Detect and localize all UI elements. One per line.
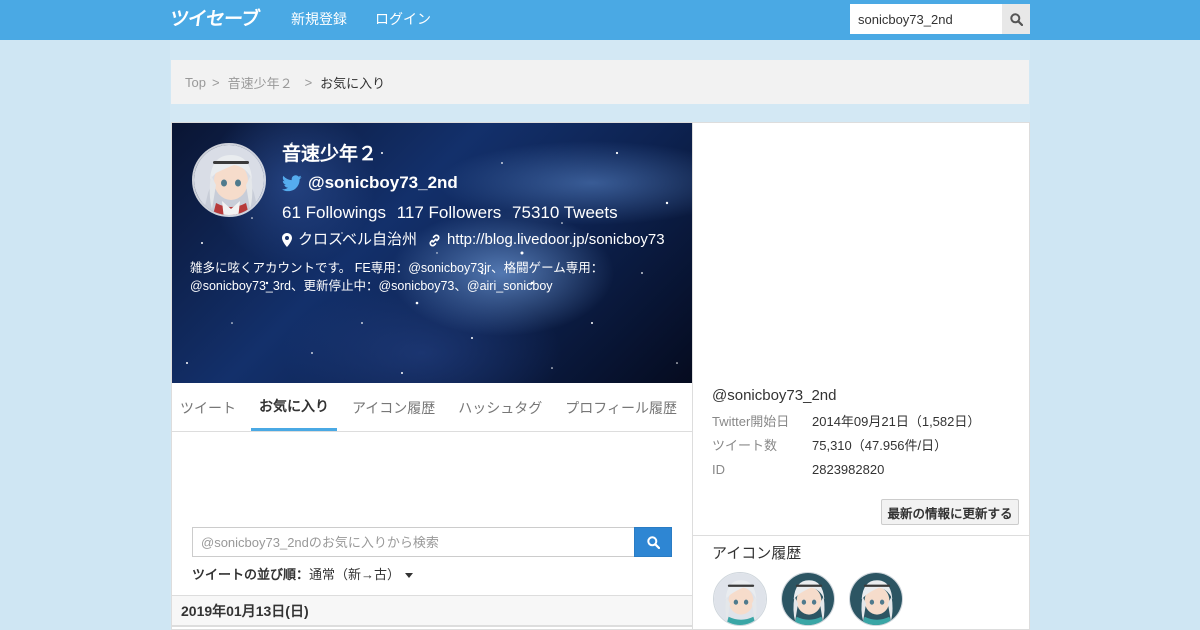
signup-link[interactable]: 新規登録 — [291, 11, 347, 29]
icon-history-title: アイコン履歴 — [712, 545, 802, 562]
tweets-count: 75310 — [512, 203, 560, 222]
tab-favorites[interactable]: お気に入り — [251, 384, 337, 431]
date-header: 2019年01月13日(日) — [172, 595, 692, 627]
header-search-button[interactable] — [1002, 4, 1030, 34]
info-row-id: ID 2823982820 — [712, 461, 884, 479]
tab-icon-history[interactable]: アイコン履歴 — [344, 384, 443, 431]
breadcrumb: Top > 音速少年２ > お気に入り — [171, 60, 1029, 104]
sidebar-divider — [693, 535, 1030, 536]
followings-count[interactable]: 61 — [282, 203, 301, 222]
search-icon — [1009, 12, 1023, 26]
profile-url-link[interactable]: http://blog.livedoor.jp/sonicboy73 — [447, 230, 665, 250]
info-value: 2823982820 — [812, 462, 885, 477]
info-label: Twitter開始日 — [712, 414, 790, 429]
search-icon — [646, 535, 660, 549]
favorites-search-input[interactable] — [192, 527, 635, 557]
breadcrumb-user[interactable]: 音速少年２ — [228, 73, 293, 92]
followers-label[interactable]: Followers — [429, 203, 502, 222]
sort-order-row: ツイートの並び順： 通常（新→古） — [192, 566, 414, 584]
info-row-tweet-count: ツイート数 75,310（47.956件/日） — [712, 437, 947, 455]
profile-location: クロスベル自治州 — [298, 231, 417, 248]
profile-name-display: 音速少年２ — [282, 144, 378, 165]
profile-header — [172, 123, 692, 383]
profile-tabs: ツイート お気に入り アイコン履歴 ハッシュタグ プロフィール履歴 — [172, 384, 692, 432]
info-row-start-date: Twitter開始日 2014年09月21日（1,582日） — [712, 413, 980, 431]
profile-handle[interactable]: @sonicboy73_2nd — [308, 172, 458, 194]
update-info-button[interactable]: 最新の情報に更新する — [881, 499, 1019, 525]
sidebar-handle: @sonicboy73_2nd — [712, 387, 837, 404]
tweets-label: Tweets — [563, 203, 618, 222]
icon-history-thumbnail[interactable] — [849, 572, 903, 626]
followers-count[interactable]: 117 — [397, 203, 424, 222]
favorites-search-button[interactable] — [634, 527, 672, 557]
login-link[interactable]: ログイン — [375, 11, 431, 29]
sort-label: ツイートの並び順： — [192, 567, 310, 582]
twitter-bird-icon — [282, 174, 302, 191]
tab-profile-history[interactable]: プロフィール履歴 — [557, 384, 685, 431]
info-value: 2014年09月21日（1,582日） — [812, 414, 981, 429]
profile-bio: 雑多に呟くアカウントです。 FE専用：@sonicboy73jr、格闘ゲーム専用… — [190, 261, 604, 293]
profile-handle-row: @sonicboy73_2nd — [282, 172, 458, 194]
info-label: ID — [712, 462, 725, 477]
tab-tweets[interactable]: ツイート — [172, 384, 244, 431]
breadcrumb-separator: > — [304, 74, 313, 90]
icon-history-thumbnail[interactable] — [713, 572, 767, 626]
avatar-image — [714, 573, 766, 625]
sort-dropdown[interactable]: 通常（新→古） — [309, 566, 400, 584]
header-search-input[interactable] — [850, 4, 1002, 34]
breadcrumb-current: お気に入り — [320, 75, 386, 91]
tab-hashtags[interactable]: ハッシュタグ — [450, 384, 550, 431]
icon-history-thumbnail[interactable] — [781, 572, 835, 626]
link-icon — [429, 234, 440, 246]
breadcrumb-separator: > — [211, 74, 220, 90]
profile-avatar[interactable] — [192, 143, 266, 217]
chevron-down-icon[interactable] — [405, 572, 414, 578]
map-marker-icon — [282, 233, 292, 247]
avatar-image — [850, 573, 902, 625]
site-logo[interactable]: ツイセーブ — [168, 8, 260, 30]
info-value: 75,310（47.956件/日） — [812, 438, 948, 453]
breadcrumb-top[interactable]: Top — [185, 75, 206, 90]
info-label: ツイート数 — [712, 438, 778, 453]
profile-location-row: クロスベル自治州 http://blog.livedoor.jp/sonicbo… — [282, 230, 665, 250]
followings-label[interactable]: Followings — [306, 203, 386, 222]
profile-stats: 61 Followings 117 Followers 75310 Tweets — [282, 202, 618, 224]
avatar-image — [782, 573, 834, 625]
